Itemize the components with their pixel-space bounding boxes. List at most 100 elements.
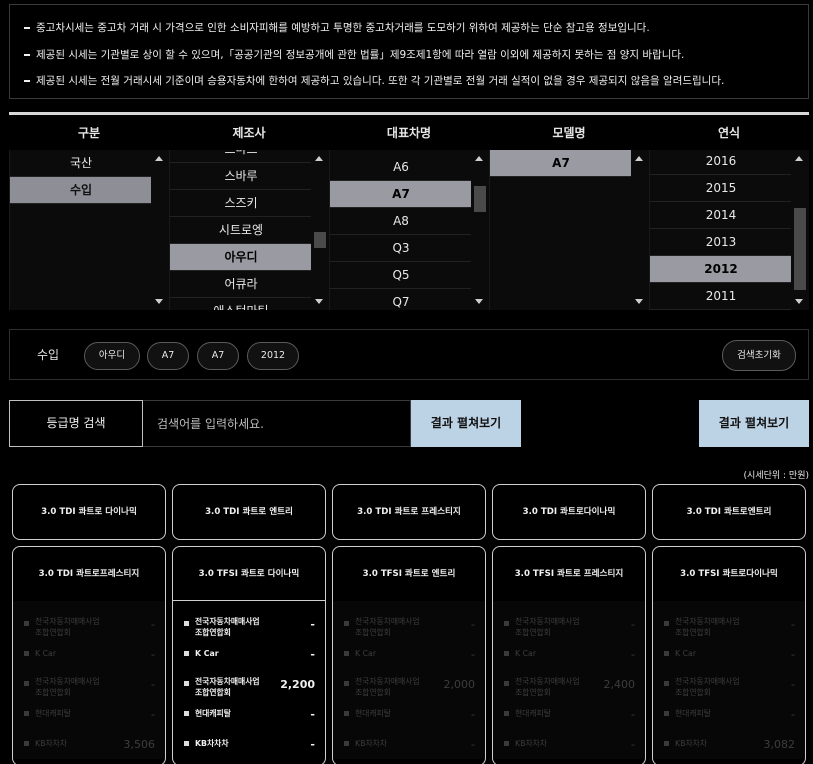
notice-line: 중고차시세는 중고차 거래 시 가격으로 인한 소비자피해를 예방하고 투명한 … <box>24 15 794 42</box>
category-scrollbar[interactable] <box>151 150 169 310</box>
scroll-thumb[interactable] <box>474 186 486 212</box>
maker-option[interactable]: 애스턴마틴 <box>170 298 312 310</box>
bullet-icon <box>504 741 509 746</box>
price-value: - <box>791 678 795 691</box>
expand-results-button-right[interactable]: 결과 펼쳐보기 <box>699 400 809 447</box>
trim-price-card[interactable]: 3.0 TFSI 콰트로 프레스티지 전국자동차매매사업 조합연합회 - K Car - 전… <box>492 546 646 764</box>
bullet-icon <box>664 741 669 746</box>
year-option[interactable]: 2013 <box>650 229 792 256</box>
car-option[interactable]: Q3 <box>330 235 472 262</box>
scroll-down-icon[interactable] <box>795 299 803 304</box>
trim-price-card[interactable]: 3.0 TFSI 콰트로 다이나믹 전국자동차매매사업 조합연합회 - K Car - 전국… <box>172 546 326 764</box>
price-value: - <box>471 648 475 661</box>
price-value: - <box>310 618 315 631</box>
maker-listbox[interactable]: 스마트스바루스즈키시트로엥아우디어큐라애스턴마틴 <box>169 150 329 310</box>
trim-card[interactable]: 3.0 TDI 콰트로 프레스티지 <box>332 484 486 540</box>
year-option[interactable]: 2016 <box>650 150 792 175</box>
trim-card[interactable]: 3.0 TDI 콰트로 다이나믹 <box>12 484 166 540</box>
bullet-icon <box>504 681 509 686</box>
trim-card[interactable]: 3.0 TDI 콰트로 엔트리 <box>172 484 326 540</box>
model-option[interactable]: A7 <box>490 150 632 177</box>
trim-price-card[interactable]: 3.0 TDI 콰트로프레스티지 전국자동차매매사업 조합연합회 - K Car - 전국자… <box>12 546 166 764</box>
model-scrollbar[interactable] <box>631 150 649 310</box>
year-option[interactable]: 2012 <box>650 256 792 283</box>
filter-chip-model[interactable]: A7 <box>197 342 239 370</box>
filter-chip-year[interactable]: 2012 <box>247 342 299 370</box>
scroll-up-icon[interactable] <box>315 156 323 161</box>
price-source-name: 현대캐피탈 <box>355 709 391 718</box>
reset-search-button[interactable]: 검색초기화 <box>722 340 796 371</box>
scroll-up-icon[interactable] <box>635 156 643 161</box>
maker-option[interactable]: 스바루 <box>170 163 312 190</box>
filter-chip-car[interactable]: A7 <box>147 342 189 370</box>
price-row: KB차차차 3,506 <box>13 729 165 759</box>
bullet-icon <box>344 651 349 656</box>
price-row: 전국자동차매매사업 조합연합회 2,400 <box>493 669 645 699</box>
scroll-up-icon[interactable] <box>475 156 483 161</box>
price-source-name: 현대캐피탈 <box>35 709 71 718</box>
price-row: 전국자동차매매사업 조합연합회 - <box>13 609 165 639</box>
bullet-icon <box>504 711 509 716</box>
trim-card-title: 3.0 TDI 콰트로프레스티지 <box>38 569 140 579</box>
maker-option[interactable]: 스즈키 <box>170 190 312 217</box>
price-value: - <box>151 648 155 661</box>
trim-card[interactable]: 3.0 TDI 콰트로엔트리 <box>652 484 806 540</box>
scroll-up-icon[interactable] <box>155 156 163 161</box>
price-value: 2,200 <box>280 678 315 691</box>
grade-search-label: 등급명 검색 <box>9 400 143 447</box>
car-option[interactable]: A6 <box>330 154 472 181</box>
trim-price-card[interactable]: 3.0 TFSI 콰트로다이나믹 전국자동차매매사업 조합연합회 - K Car - 전국자… <box>652 546 806 764</box>
bullet-icon <box>344 741 349 746</box>
scroll-down-icon[interactable] <box>155 299 163 304</box>
bullet-icon <box>664 711 669 716</box>
car-option[interactable]: Q7 <box>330 289 472 310</box>
price-value: - <box>310 708 315 721</box>
category-option[interactable]: 수입 <box>10 177 152 204</box>
model-listbox[interactable]: A7 <box>489 150 649 310</box>
scroll-down-icon[interactable] <box>315 299 323 304</box>
scroll-down-icon[interactable] <box>635 299 643 304</box>
expand-results-button[interactable]: 결과 펼쳐보기 <box>411 400 521 447</box>
price-row: 현대캐피탈 - <box>13 699 165 729</box>
category-option[interactable]: 국산 <box>10 150 152 177</box>
maker-option[interactable]: 시트로엥 <box>170 217 312 244</box>
price-list: 전국자동차매매사업 조합연합회 - K Car - 전국자동차매매사업 조합연합회 - 현대캐피… <box>653 601 805 759</box>
trim-card[interactable]: 3.0 TDI 콰트로다이나믹 <box>492 484 646 540</box>
maker-scrollbar[interactable] <box>311 150 329 310</box>
car-listbox[interactable]: A6 A7 A8 Q3 Q5 Q7 <box>329 150 489 310</box>
maker-option[interactable]: 스마트 <box>170 150 312 163</box>
year-option[interactable]: 2011 <box>650 283 792 310</box>
year-option[interactable]: 2015 <box>650 175 792 202</box>
price-value: - <box>151 618 155 631</box>
trim-card-title: 3.0 TDI 콰트로엔트리 <box>686 507 772 517</box>
grade-search-input[interactable] <box>143 400 411 447</box>
car-option[interactable]: Q5 <box>330 262 472 289</box>
year-option[interactable]: 2014 <box>650 202 792 229</box>
car-scrollbar[interactable] <box>471 150 489 310</box>
year-listbox[interactable]: 2016 2015 2014 2013 2012 2011 <box>649 150 809 310</box>
price-value: - <box>631 738 635 751</box>
maker-option[interactable]: 아우디 <box>170 244 312 271</box>
car-option[interactable]: A7 <box>330 181 472 208</box>
trim-card-title: 3.0 TFSI 콰트로 다이나믹 <box>173 547 325 601</box>
scroll-thumb[interactable] <box>794 208 806 290</box>
price-row: 전국자동차매매사업 조합연합회 - <box>653 669 805 699</box>
scroll-down-icon[interactable] <box>475 299 483 304</box>
car-option[interactable]: A8 <box>330 208 472 235</box>
filter-chip-maker[interactable]: 아우디 <box>84 342 140 370</box>
price-unit-note: (시세단위 : 만원) <box>743 471 809 481</box>
bullet-icon <box>664 651 669 656</box>
bullet-icon <box>344 711 349 716</box>
maker-option[interactable]: 어큐라 <box>170 271 312 298</box>
scroll-thumb[interactable] <box>314 232 326 248</box>
year-scrollbar[interactable] <box>791 150 809 310</box>
price-source-name: 현대캐피탈 <box>195 709 231 718</box>
trim-card-title: 3.0 TFSI 콰트로다이나믹 <box>680 569 778 579</box>
scroll-up-icon[interactable] <box>795 156 803 161</box>
price-source-name: K Car <box>675 649 697 658</box>
trim-card-title: 3.0 TFSI 콰트로 엔트리 <box>362 569 456 579</box>
price-row: K Car - <box>493 639 645 669</box>
bullet-icon <box>504 651 509 656</box>
trim-price-card[interactable]: 3.0 TFSI 콰트로 엔트리 전국자동차매매사업 조합연합회 - K Car - 전국자… <box>332 546 486 764</box>
category-listbox[interactable]: 국산 수입 <box>9 150 169 310</box>
